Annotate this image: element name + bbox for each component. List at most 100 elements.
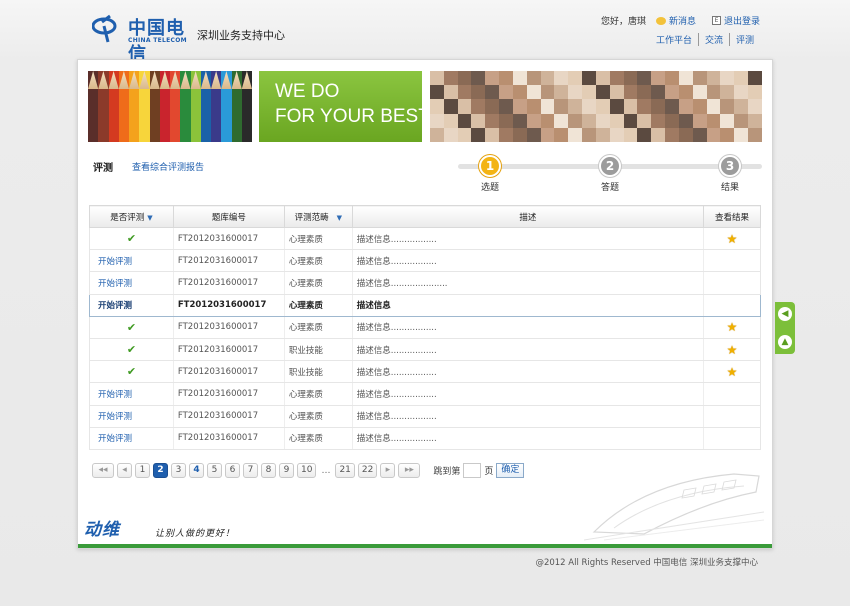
page-button[interactable]: 21 (335, 463, 355, 478)
page-button[interactable]: 6 (225, 463, 240, 478)
page-button[interactable]: 4 (189, 463, 204, 478)
new-message-link[interactable]: 新消息 (655, 14, 696, 27)
banner-pencils-image (88, 71, 252, 142)
page-button[interactable]: 10 (297, 463, 317, 478)
prev-page-button[interactable]: ◂ (117, 463, 132, 478)
start-evaluation-link[interactable]: 开始评测 (98, 257, 132, 267)
status-cell: ✔ (89, 338, 174, 362)
table-row[interactable]: 开始评测 FT2012031600017 心理素质 描述信息.............… (89, 271, 761, 295)
col-scope-header[interactable]: 评测范畴 ▼ (283, 205, 353, 228)
col-result-header: 查看结果 (703, 205, 761, 228)
star-icon[interactable]: ★ (727, 232, 738, 246)
table-row[interactable]: 开始评测 FT2012031600017 心理素质 描述信息.............… (89, 405, 761, 428)
dongwei-logo: 动维 (84, 520, 120, 540)
logout-link[interactable]: E 退出登录 (711, 14, 760, 27)
back-button[interactable]: ◀ (778, 307, 792, 321)
result-cell: ★ (703, 316, 761, 339)
start-evaluation-link[interactable]: 开始评测 (98, 390, 132, 400)
user-greeting: 您好，唐琪 (600, 17, 646, 27)
view-report-link[interactable]: 查看综合评测报告 (132, 160, 204, 173)
scope-cell: 心理素质 (284, 427, 353, 450)
scope-cell: 心理素质 (284, 293, 353, 317)
pencil (241, 71, 252, 142)
start-evaluation-link[interactable]: 开始评测 (98, 279, 132, 289)
scope-cell: 心理素质 (284, 227, 353, 251)
table-row[interactable]: ✔ FT2012031600017 职业技能 描述信息................… (89, 360, 761, 384)
jump-page-input[interactable] (463, 463, 482, 478)
pencil (221, 71, 232, 142)
code-cell: FT2012031600017 (173, 338, 285, 362)
step-select: 1 选题 (460, 155, 520, 193)
banner-line2: FOR YOUR BEST (275, 106, 430, 127)
table-row[interactable]: ✔ FT2012031600017 职业技能 描述信息................… (89, 338, 761, 362)
scope-cell: 心理素质 (284, 316, 353, 339)
result-cell (703, 427, 761, 450)
table-row[interactable]: ✔ FT2012031600017 心理素质 描述信息................… (89, 227, 761, 251)
scope-cell: 心理素质 (284, 382, 353, 406)
code-cell: FT2012031600017 (173, 227, 285, 251)
confirm-jump-button[interactable]: 确定 (496, 463, 525, 478)
top-nav: 工作平台 交流 评测 (650, 33, 760, 46)
main-card: WE DO FOR YOUR BEST 评测 查看综合评测报告 1 选题 2 答… (77, 59, 773, 549)
page-button[interactable]: 5 (207, 463, 222, 478)
page-button[interactable]: 1 (135, 463, 150, 478)
card-bottom-bar (78, 544, 772, 548)
step-number: 2 (599, 155, 621, 177)
pencil (211, 71, 222, 142)
star-icon[interactable]: ★ (727, 343, 738, 357)
step-label: 结果 (720, 183, 739, 193)
table-row[interactable]: ✔ FT2012031600017 心理素质 描述信息................… (89, 316, 761, 339)
star-icon[interactable]: ★ (727, 365, 738, 379)
table-row[interactable]: 开始评测 FT2012031600017 心理素质 描述信息.............… (89, 427, 761, 450)
code-cell: FT2012031600017 (173, 382, 285, 406)
result-cell: ★ (703, 227, 761, 251)
start-evaluation-link[interactable]: 开始评测 (98, 434, 132, 444)
table-row[interactable]: 开始评测 FT2012031600017 心理素质 描述信息.............… (89, 382, 761, 406)
banner-line1: WE DO (275, 81, 340, 102)
scope-cell: 心理素质 (284, 405, 353, 428)
table-row[interactable]: 开始评测 FT2012031600017 心理素质 描述信息 (89, 293, 761, 317)
start-evaluation-link[interactable]: 开始评测 (98, 301, 132, 311)
check-icon: ✔ (126, 365, 137, 379)
status-cell: 开始评测 (89, 271, 174, 295)
page-button[interactable]: 7 (243, 463, 258, 478)
page-button[interactable]: 9 (279, 463, 294, 478)
pencil (190, 71, 201, 142)
logo-english-text: CHINA TELECOM (128, 37, 187, 44)
page-button[interactable]: 8 (261, 463, 276, 478)
page-button[interactable]: 22 (357, 463, 378, 478)
logout-label: 退出登录 (723, 17, 760, 27)
nav-evaluation[interactable]: 评测 (728, 33, 760, 46)
nav-communication[interactable]: 交流 (697, 33, 729, 46)
pager-ellipsis: … (321, 465, 331, 476)
pencil (129, 71, 140, 142)
pencil (180, 71, 191, 142)
page-button[interactable]: 2 (153, 463, 168, 478)
star-icon[interactable]: ★ (727, 320, 738, 334)
pencil (200, 71, 211, 142)
table-row[interactable]: 开始评测 FT2012031600017 心理素质 描述信息.............… (89, 249, 761, 273)
pencil (170, 71, 181, 142)
step-result: 3 结果 (700, 155, 760, 193)
telecom-logo-icon (92, 14, 117, 43)
tab-evaluation[interactable]: 评测 (93, 159, 113, 174)
last-page-button[interactable]: ▸▸ (398, 463, 421, 478)
page-button[interactable]: 3 (171, 463, 186, 478)
side-toolbar: ◀ ▲ (775, 302, 795, 354)
step-label: 选题 (480, 183, 499, 193)
status-cell: 开始评测 (89, 382, 174, 406)
footer-copyright: @2012 All Rights Reserved 中国电信 深圳业务支撑中心 (535, 558, 758, 568)
page-unit-label: 页 (484, 467, 494, 477)
result-cell (703, 293, 761, 317)
status-cell: 开始评测 (89, 405, 174, 428)
result-cell: ★ (703, 338, 761, 362)
start-evaluation-link[interactable]: 开始评测 (98, 412, 132, 422)
next-page-button[interactable]: ▸ (380, 463, 396, 478)
nav-workbench[interactable]: 工作平台 (650, 33, 698, 46)
desc-cell: 描述信息................. (352, 249, 705, 273)
first-page-button[interactable]: ◂◂ (92, 463, 114, 478)
status-cell: 开始评测 (89, 427, 174, 450)
back-to-top-button[interactable]: ▲ (778, 335, 792, 349)
pencil (88, 71, 99, 142)
col-status-header[interactable]: 是否评测 ▼ (89, 205, 174, 228)
